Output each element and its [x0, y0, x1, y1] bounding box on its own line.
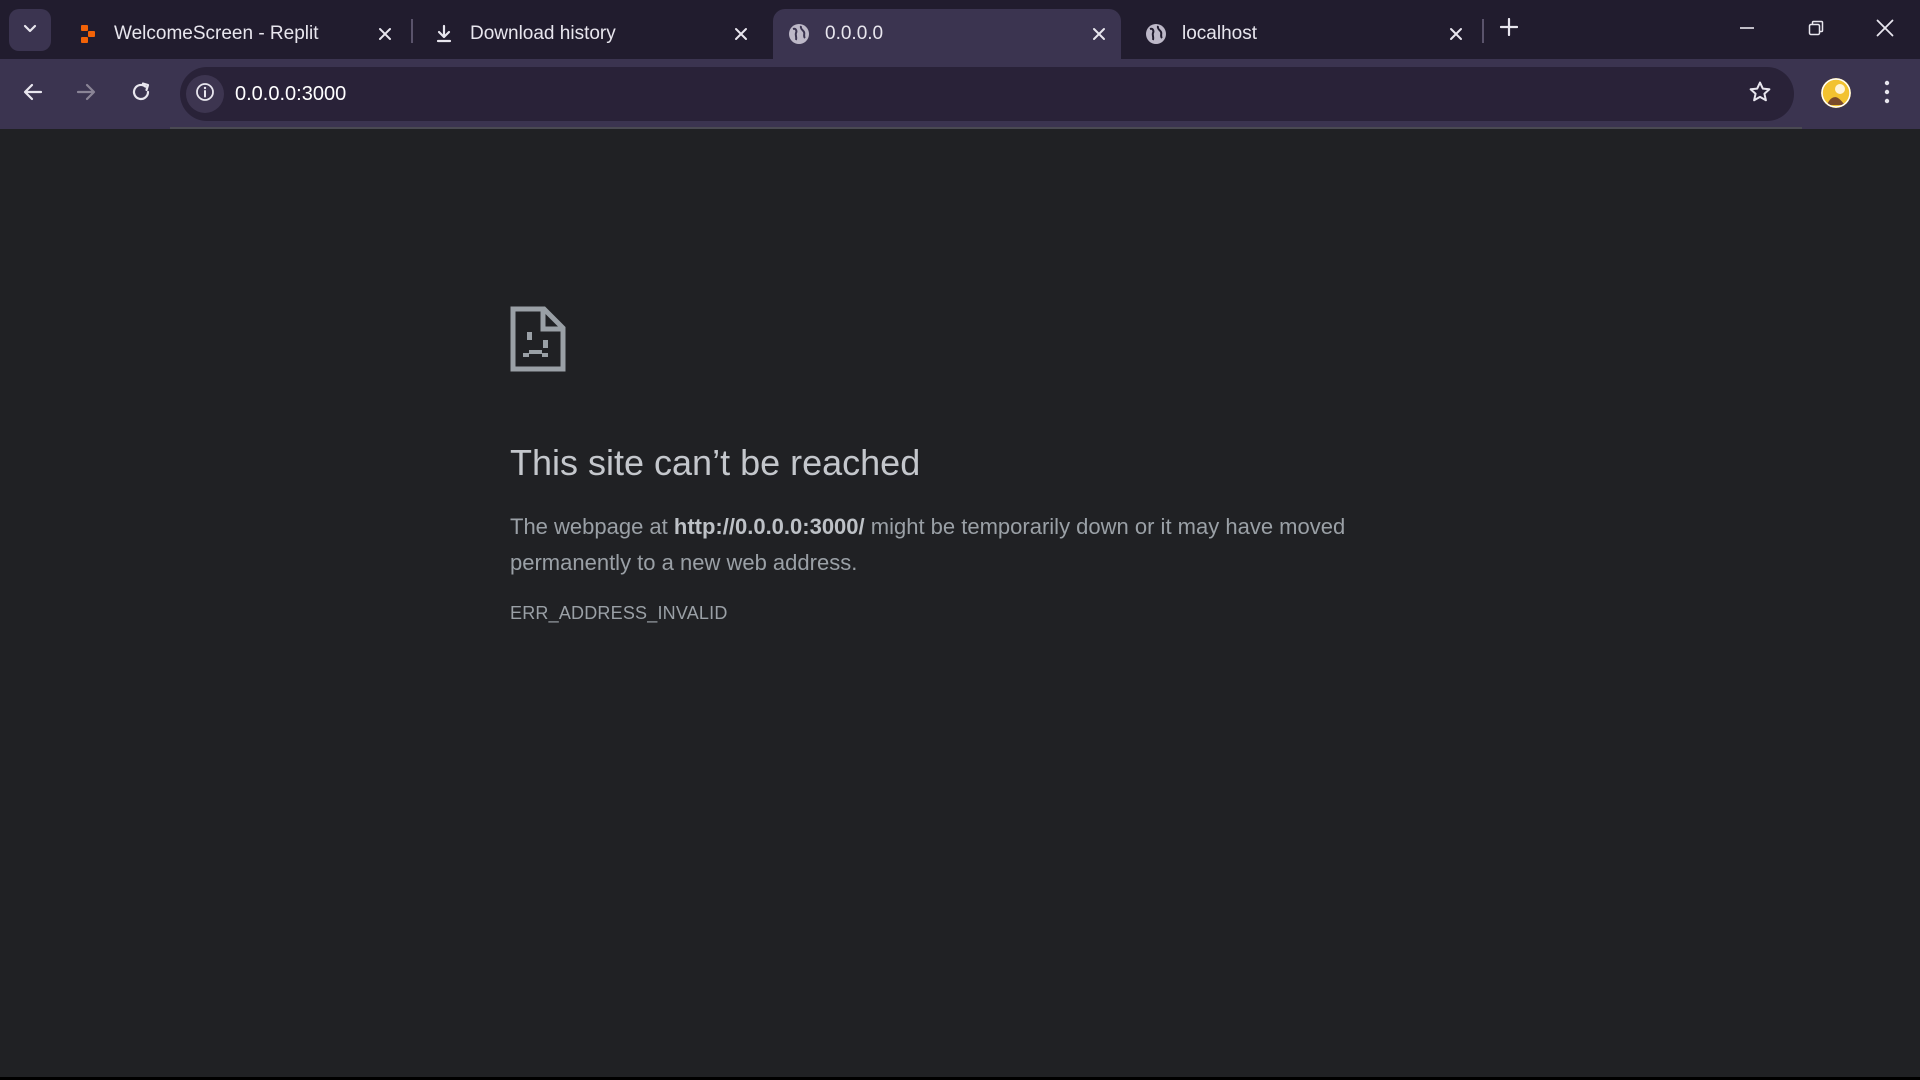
more-vertical-icon — [1884, 80, 1890, 109]
new-tab-button[interactable] — [1494, 14, 1524, 44]
replit-icon — [76, 22, 100, 46]
error-description: The webpage at http://0.0.0.0:3000/ migh… — [510, 509, 1440, 581]
globe-icon — [1144, 22, 1168, 46]
star-icon — [1748, 80, 1772, 109]
close-icon[interactable] — [1442, 20, 1470, 48]
tab-title: localhost — [1182, 23, 1257, 44]
back-button[interactable] — [13, 74, 53, 114]
close-icon[interactable] — [1085, 20, 1113, 48]
forward-button[interactable] — [66, 74, 106, 114]
site-info-button[interactable] — [186, 75, 224, 113]
profile-avatar[interactable] — [1821, 78, 1851, 108]
tab-welcomescreen-replit[interactable]: WelcomeScreen - Replit — [62, 9, 407, 59]
tab-localhost[interactable]: localhost — [1130, 9, 1478, 59]
bookmark-button[interactable] — [1744, 78, 1776, 110]
error-description-prefix: The webpage at — [510, 514, 674, 539]
download-icon — [432, 22, 456, 46]
browser-toolbar: 0.0.0.0:3000 — [0, 59, 1920, 129]
error-title: This site can’t be reached — [510, 442, 921, 483]
tab-separator — [411, 19, 413, 43]
tab-separator — [1482, 19, 1484, 43]
tab-download-history[interactable]: Download history — [418, 9, 763, 59]
page-content: This site can’t be reached The webpage a… — [0, 129, 1920, 1077]
chevron-down-icon — [22, 20, 38, 41]
reload-icon — [130, 81, 152, 108]
close-icon — [1876, 19, 1894, 42]
tab-title: Download history — [470, 23, 616, 44]
restore-button[interactable] — [1796, 10, 1836, 50]
arrow-left-icon — [22, 81, 44, 108]
sad-page-icon — [510, 306, 566, 372]
error-code: ERR_ADDRESS_INVALID — [510, 603, 728, 623]
minimize-button[interactable] — [1727, 10, 1767, 50]
reload-button[interactable] — [121, 74, 161, 114]
browser-menu-button[interactable] — [1872, 76, 1902, 112]
tab-strip: WelcomeScreen - Replit Download history … — [0, 0, 1920, 59]
tab-title: 0.0.0.0 — [825, 23, 884, 44]
close-window-button[interactable] — [1865, 10, 1905, 50]
info-icon — [195, 82, 215, 107]
restore-icon — [1808, 20, 1824, 41]
close-icon[interactable] — [371, 20, 399, 48]
minimize-icon — [1739, 20, 1755, 41]
tab-title: WelcomeScreen - Replit — [114, 23, 319, 44]
plus-icon — [1499, 17, 1519, 41]
address-bar[interactable]: 0.0.0.0:3000 — [180, 67, 1794, 121]
tab-0-0-0-0[interactable]: 0.0.0.0 — [773, 9, 1121, 59]
address-bar-url[interactable]: 0.0.0.0:3000 — [235, 67, 346, 121]
close-icon[interactable] — [727, 20, 755, 48]
arrow-right-icon — [75, 81, 97, 108]
globe-icon — [787, 22, 811, 46]
tab-search-button[interactable] — [9, 9, 51, 51]
error-url: http://0.0.0.0:3000/ — [673, 514, 865, 539]
